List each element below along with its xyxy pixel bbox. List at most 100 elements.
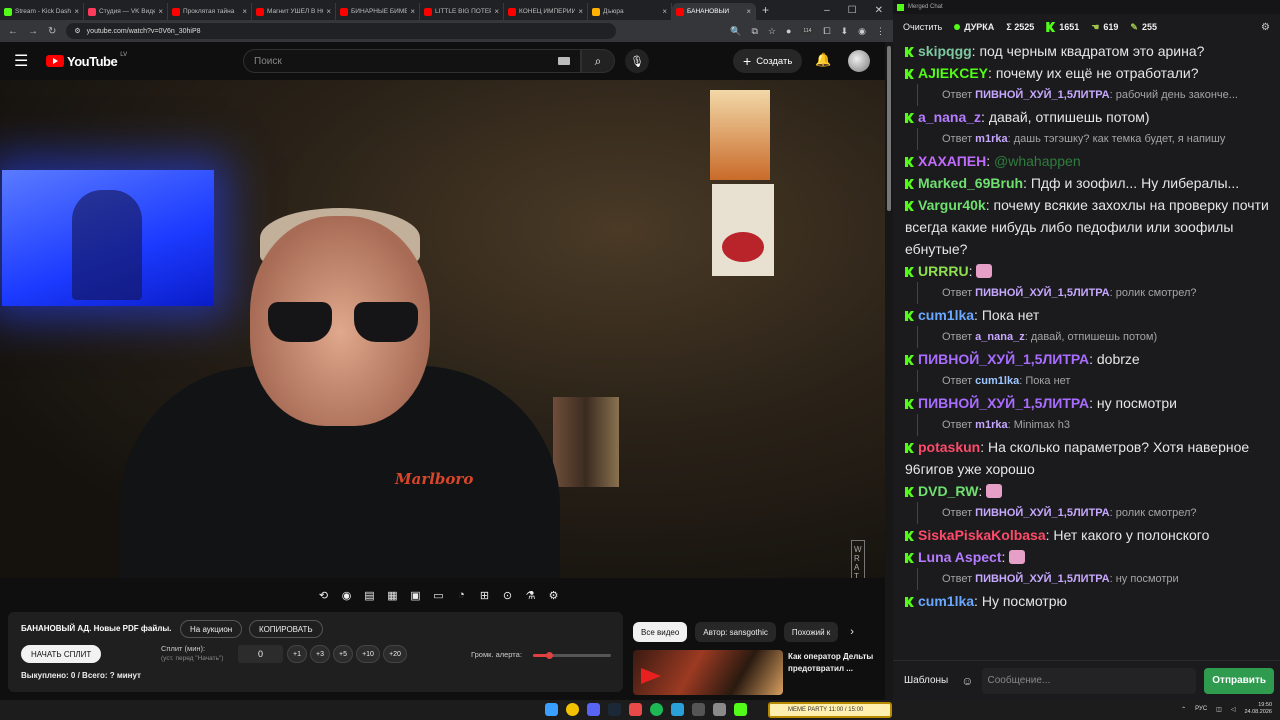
emoji-icon[interactable]: ☺ xyxy=(961,674,973,688)
chat-reply-context[interactable]: Ответ ПИВНОЙ_ХУЙ_1,5ЛИТРА: ну посмотри xyxy=(917,568,1270,590)
chip-all-videos[interactable]: Все видео xyxy=(633,622,688,642)
pip-icon[interactable]: ▣ xyxy=(408,588,423,603)
forward-icon[interactable]: → xyxy=(28,26,38,37)
chat-reply-context[interactable]: Ответ a_nana_z: давай, отпишешь потом) xyxy=(917,326,1270,348)
loop-icon[interactable]: ⟲ xyxy=(316,588,331,603)
discord-icon[interactable] xyxy=(587,703,600,716)
mic-icon[interactable]: 🎙 xyxy=(625,49,649,73)
chat-username[interactable]: SiskaPiskaKolbasa xyxy=(918,527,1046,543)
create-button[interactable]: + Создать xyxy=(733,49,803,73)
browser-tab[interactable]: Проклятая тайна × xyxy=(168,3,252,20)
chip-author[interactable]: Автор: sansgothic xyxy=(695,622,776,642)
volume-knob[interactable] xyxy=(545,652,553,659)
reply-username[interactable]: ПИВНОЙ_ХУЙ_1,5ЛИТРА xyxy=(975,573,1109,585)
chat-reply-context[interactable]: Ответ ПИВНОЙ_ХУЙ_1,5ЛИТРА: рабочий день … xyxy=(917,84,1270,106)
profile-icon[interactable]: ◉ xyxy=(858,26,866,37)
search-input[interactable]: Поиск xyxy=(243,49,581,73)
recommended-video[interactable]: Как оператор Дельты предотвратил ... xyxy=(633,650,883,695)
chat-username[interactable]: cum1lka xyxy=(918,307,974,323)
bell-icon[interactable]: 🔔 xyxy=(815,52,831,68)
page-scrollbar[interactable] xyxy=(885,42,893,700)
chat-reply-context[interactable]: Ответ ПИВНОЙ_ХУЙ_1,5ЛИТРА: ролик смотрел… xyxy=(917,502,1270,524)
chevron-up-icon[interactable]: ⌃ xyxy=(1181,706,1186,713)
reply-username[interactable]: ПИВНОЙ_ХУЙ_1,5ЛИТРА xyxy=(975,89,1109,101)
language-indicator[interactable]: РУС xyxy=(1195,706,1207,712)
reply-username[interactable]: a_nana_z xyxy=(975,331,1025,343)
speed-icon[interactable]: ◔ xyxy=(454,588,469,603)
reply-username[interactable]: cum1lka xyxy=(975,375,1019,387)
increment-button[interactable]: +10 xyxy=(356,645,380,663)
extension-icon[interactable]: ● xyxy=(786,26,791,36)
volume-icon[interactable]: ◁ xyxy=(1231,706,1236,713)
video-thumbnail[interactable] xyxy=(633,650,783,695)
menu-dots-icon[interactable]: ⋮ xyxy=(876,26,885,37)
chat-message[interactable]: skipqgg: под черным квадратом это арина? xyxy=(905,40,1270,62)
back-icon[interactable]: ← xyxy=(8,26,18,37)
tab-close-icon[interactable]: × xyxy=(242,7,247,16)
tab-close-icon[interactable]: × xyxy=(746,7,751,16)
app-icon[interactable] xyxy=(629,703,642,716)
split-minutes-input[interactable]: 0 xyxy=(238,645,283,663)
browser-tab[interactable]: Дъюра × xyxy=(588,3,672,20)
obs-icon[interactable] xyxy=(692,703,705,716)
chevron-right-icon[interactable]: › xyxy=(850,626,854,638)
cast-icon[interactable]: ⧉ xyxy=(751,26,757,37)
chat-username[interactable]: ПИВНОЙ_ХУЙ_1,5ЛИТРА xyxy=(918,395,1089,411)
chat-username[interactable]: cum1lka xyxy=(918,593,974,609)
meme-party-widget[interactable]: MEME PARTY 11:00 / 15:00 xyxy=(768,702,892,718)
network-icon[interactable]: ◫ xyxy=(1216,706,1222,713)
telegram-icon[interactable] xyxy=(671,703,684,716)
close-window-button[interactable]: ✕ xyxy=(875,5,883,16)
steam-icon[interactable] xyxy=(608,703,621,716)
reply-username[interactable]: ПИВНОЙ_ХУЙ_1,5ЛИТРА xyxy=(975,287,1109,299)
chat-username[interactable]: ХАХАПЕН xyxy=(918,153,986,169)
settings-icon[interactable]: ⚙ xyxy=(546,588,561,603)
add-icon[interactable]: ⊞ xyxy=(477,588,492,603)
chat-reply-context[interactable]: Ответ cum1lka: Пока нет xyxy=(917,370,1270,392)
chat-message[interactable]: Marked_69Bruh: Пдф и зоофил... Ну либера… xyxy=(905,172,1270,194)
download-icon[interactable]: ⬇ xyxy=(841,26,849,37)
youtube-logo[interactable]: YouTube LV xyxy=(46,52,127,69)
browser-tab[interactable]: Магнит УШЁЛ В НО × xyxy=(252,3,336,20)
alert-volume-slider[interactable] xyxy=(533,652,611,659)
chat-message[interactable]: Vargur40k: почему всякие захохлы на пров… xyxy=(905,194,1270,260)
browser-tab[interactable]: Студия — VK Видео × xyxy=(84,3,168,20)
keyboard-icon[interactable] xyxy=(558,57,570,65)
chat-username[interactable]: a_nana_z xyxy=(918,109,981,125)
chrome-icon[interactable] xyxy=(566,703,579,716)
tab-close-icon[interactable]: × xyxy=(494,7,499,16)
templates-button[interactable]: Шаблоны xyxy=(899,675,953,686)
increment-button[interactable]: +20 xyxy=(383,645,407,663)
chat-reply-context[interactable]: Ответ ПИВНОЙ_ХУЙ_1,5ЛИТРА: ролик смотрел… xyxy=(917,282,1270,304)
extensions-puzzle-icon[interactable]: ⧠ xyxy=(823,26,830,37)
increment-button[interactable]: +3 xyxy=(310,645,330,663)
playlist-icon[interactable]: ▤ xyxy=(362,588,377,603)
chat-username[interactable]: skipqgg xyxy=(918,43,972,59)
chat-message[interactable]: Luna Aspect: xyxy=(905,546,1270,568)
app-icon[interactable] xyxy=(713,703,726,716)
flask-icon[interactable]: ⚗ xyxy=(523,588,538,603)
theater-icon[interactable]: ▭ xyxy=(431,588,446,603)
chat-reply-context[interactable]: Ответ m1rka: Minimax h3 xyxy=(917,414,1270,436)
scrollbar-thumb[interactable] xyxy=(887,46,891,211)
chat-message[interactable]: ПИВНОЙ_ХУЙ_1,5ЛИТРА: ну посмотри xyxy=(905,392,1270,414)
tab-close-icon[interactable]: × xyxy=(410,7,415,16)
tab-close-icon[interactable]: × xyxy=(578,7,583,16)
avatar[interactable] xyxy=(848,50,870,72)
new-tab-button[interactable]: + xyxy=(762,3,769,17)
chip-similar[interactable]: Похожий к xyxy=(783,622,839,642)
chat-message[interactable]: ХАХАПЕН: @whahappen xyxy=(905,150,1270,172)
tab-close-icon[interactable]: × xyxy=(74,7,79,16)
chat-message[interactable]: potaskun: На сколько параметров? Хотя на… xyxy=(905,436,1270,480)
maximize-button[interactable]: ☐ xyxy=(848,5,857,16)
browser-tab[interactable]: LITTLE BIG ПОТЕР × xyxy=(420,3,504,20)
recommended-video-title[interactable]: Как оператор Дельты предотвратил ... xyxy=(788,651,883,675)
search-icon[interactable]: ⌕ xyxy=(581,49,615,73)
chat-username[interactable]: potaskun xyxy=(918,439,980,455)
chat-message[interactable]: cum1lka: Ну посмотрю xyxy=(905,590,1270,612)
minimize-button[interactable]: – xyxy=(824,5,830,16)
clear-chat-button[interactable]: Очистить xyxy=(903,22,942,32)
chat-username[interactable]: DVD_RW xyxy=(918,483,978,499)
reply-username[interactable]: m1rka xyxy=(975,419,1007,431)
chat-username[interactable]: URRRU xyxy=(918,263,969,279)
